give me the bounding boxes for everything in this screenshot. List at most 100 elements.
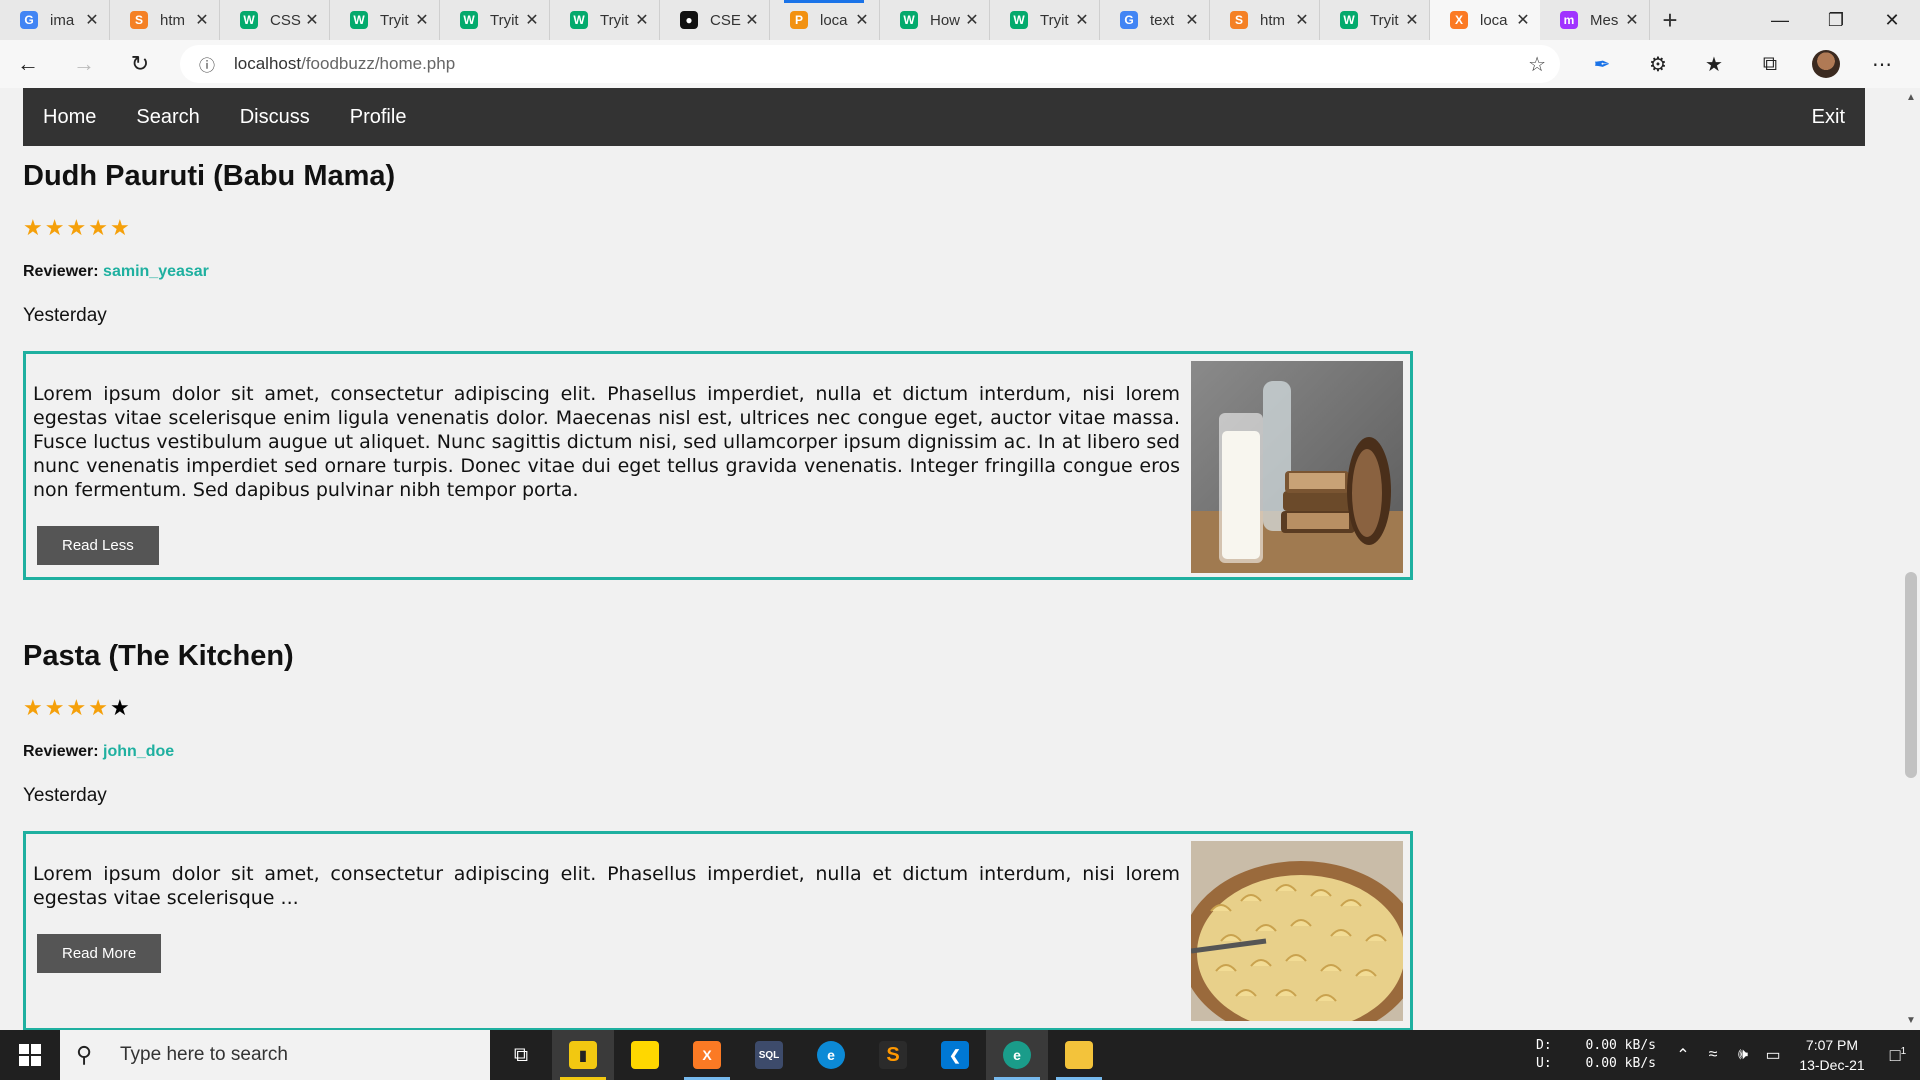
taskbar-app-file-explorer[interactable] (1048, 1030, 1110, 1080)
tab-close-icon[interactable]: ✕ (1514, 10, 1532, 30)
forward-button[interactable]: → (56, 40, 112, 88)
clock[interactable]: 7:07 PM 13-Dec-21 (1788, 1035, 1876, 1075)
tab-close-icon[interactable]: ✕ (743, 10, 761, 30)
tab-close-icon[interactable]: ✕ (1073, 10, 1091, 30)
reviewer-link[interactable]: samin_yeasar (103, 263, 209, 280)
browser-tab[interactable]: W CSS ✕ (220, 0, 330, 40)
site-info-icon[interactable]: ⓘ (180, 52, 234, 76)
rating-stars: ★★★★★ (23, 695, 1413, 721)
tab-close-icon[interactable]: ✕ (523, 10, 541, 30)
tab-close-icon[interactable]: ✕ (633, 10, 651, 30)
browser-tab[interactable]: W Tryit ✕ (550, 0, 660, 40)
tab-close-icon[interactable]: ✕ (413, 10, 431, 30)
scroll-thumb[interactable] (1905, 572, 1917, 778)
tab-close-icon[interactable]: ✕ (1403, 10, 1421, 30)
wifi-icon[interactable]: ≈ (1698, 1046, 1728, 1064)
github-icon: ● (680, 11, 698, 29)
page-viewport: Home Search Discuss Profile Exit Dudh Pa… (0, 88, 1920, 1030)
browser-tab[interactable]: W Tryit ✕ (990, 0, 1100, 40)
profile-avatar[interactable] (1812, 50, 1840, 78)
browser-tab[interactable]: W Tryit ✕ (1320, 0, 1430, 40)
stackoverflow-icon: S (1230, 11, 1248, 29)
nav-exit[interactable]: Exit (1792, 88, 1865, 146)
tab-close-icon[interactable]: ✕ (303, 10, 321, 30)
net-up-value: 0.00 kB/s (1585, 1056, 1656, 1071)
browser-tab[interactable]: Gtext ✕ (1100, 0, 1210, 40)
messenger-icon: m (1560, 11, 1578, 29)
minimize-button[interactable]: — (1752, 0, 1808, 40)
tab-label: Tryit (1370, 11, 1399, 29)
w3schools-icon: W (1010, 11, 1028, 29)
tab-close-icon[interactable]: ✕ (1623, 10, 1641, 30)
restore-button[interactable]: ❐ (1808, 0, 1864, 40)
volume-icon[interactable]: 🕪 (1728, 1046, 1758, 1064)
taskbar-search[interactable]: ⚲ Type here to search (60, 1030, 490, 1080)
extensions-icon[interactable]: ⚙ (1630, 52, 1686, 77)
taskbar-app-sublime[interactable]: S (862, 1030, 924, 1080)
browser-tab[interactable]: ● CSE ✕ (660, 0, 770, 40)
folder-icon (1065, 1041, 1093, 1069)
nav-search[interactable]: Search (116, 88, 219, 146)
battery-icon[interactable]: ▭ (1758, 1045, 1788, 1065)
tab-label: CSS (270, 11, 301, 29)
taskbar-app-edge[interactable]: e (800, 1030, 862, 1080)
close-window-button[interactable]: ✕ (1864, 0, 1920, 40)
nav-discuss[interactable]: Discuss (220, 88, 330, 146)
browser-tab[interactable]: Shtm ✕ (110, 0, 220, 40)
windows-taskbar: ⚲ Type here to search ⧉ ▮ X SQL e S ❮ e … (0, 1030, 1920, 1080)
task-view-button[interactable]: ⧉ (490, 1030, 552, 1080)
address-bar[interactable]: ⓘ localhost/foodbuzz/home.php ☆ (180, 45, 1560, 83)
taskbar-app-sql[interactable]: SQL (738, 1030, 800, 1080)
w3schools-icon: W (350, 11, 368, 29)
tab-close-icon[interactable]: ✕ (1183, 10, 1201, 30)
refresh-button[interactable]: ↻ (112, 40, 168, 88)
reviewer-link[interactable]: john_doe (103, 743, 174, 760)
start-button[interactable] (0, 1030, 60, 1080)
browser-tab[interactable]: Shtm ✕ (1210, 0, 1320, 40)
tab-label: How (930, 11, 961, 29)
new-tab-button[interactable]: + (1650, 0, 1690, 40)
page-scrollbar[interactable]: ▲ ▼ (1902, 88, 1920, 1030)
review-text: Lorem ipsum dolor sit amet, consectetur … (33, 863, 1180, 909)
pen-extension-icon[interactable]: ✒ (1574, 52, 1630, 77)
add-favorite-icon[interactable]: ☆ (1528, 52, 1546, 77)
scroll-up-icon[interactable]: ▲ (1906, 92, 1916, 103)
clock-time: 7:07 PM (1805, 1037, 1859, 1053)
taskbar-app-xampp[interactable]: X (676, 1030, 738, 1080)
browser-tab[interactable]: Ploca ✕ (770, 0, 880, 40)
scroll-down-icon[interactable]: ▼ (1906, 1015, 1916, 1026)
chevron-up-icon[interactable]: ⌃ (1668, 1045, 1698, 1065)
collections-icon[interactable]: ⧉ (1742, 53, 1798, 76)
browser-tab[interactable]: Xloca ✕ (1430, 0, 1540, 40)
sticky-notes-icon (631, 1041, 659, 1069)
url-path: /foodbuzz/home.php (301, 54, 456, 73)
notification-center[interactable]: □1 (1876, 1045, 1920, 1066)
nav-home[interactable]: Home (23, 88, 116, 146)
tab-label: Tryit (600, 11, 629, 29)
url-host: localhost (234, 54, 302, 73)
browser-tab[interactable]: W Tryit ✕ (440, 0, 550, 40)
browser-tab[interactable]: Gima ✕ (0, 0, 110, 40)
browser-tab[interactable]: W Tryit ✕ (330, 0, 440, 40)
tab-close-icon[interactable]: ✕ (853, 10, 871, 30)
browser-tab[interactable]: m Mes ✕ (1540, 0, 1650, 40)
taskbar-app-powerbi[interactable]: ▮ (552, 1030, 614, 1080)
tab-close-icon[interactable]: ✕ (963, 10, 981, 30)
search-placeholder: Type here to search (120, 1044, 288, 1065)
tab-close-icon[interactable]: ✕ (193, 10, 211, 30)
nav-profile[interactable]: Profile (330, 88, 427, 146)
read-more-button[interactable]: Read More (37, 934, 162, 973)
browser-tab[interactable]: W How ✕ (880, 0, 990, 40)
taskbar-app-sticky-notes[interactable] (614, 1030, 676, 1080)
more-menu-icon[interactable]: ⋯ (1854, 52, 1910, 77)
tab-close-icon[interactable]: ✕ (1293, 10, 1311, 30)
back-button[interactable]: ← (0, 40, 56, 88)
tab-close-icon[interactable]: ✕ (83, 10, 101, 30)
edge-dev-icon: e (1003, 1041, 1031, 1069)
star-filled-icon: ★ (66, 215, 89, 240)
stackoverflow-icon: S (130, 11, 148, 29)
read-less-button[interactable]: Read Less (37, 526, 159, 565)
taskbar-app-edge-dev[interactable]: e (986, 1030, 1048, 1080)
favorites-icon[interactable]: ★ (1686, 52, 1742, 77)
taskbar-app-vscode[interactable]: ❮ (924, 1030, 986, 1080)
